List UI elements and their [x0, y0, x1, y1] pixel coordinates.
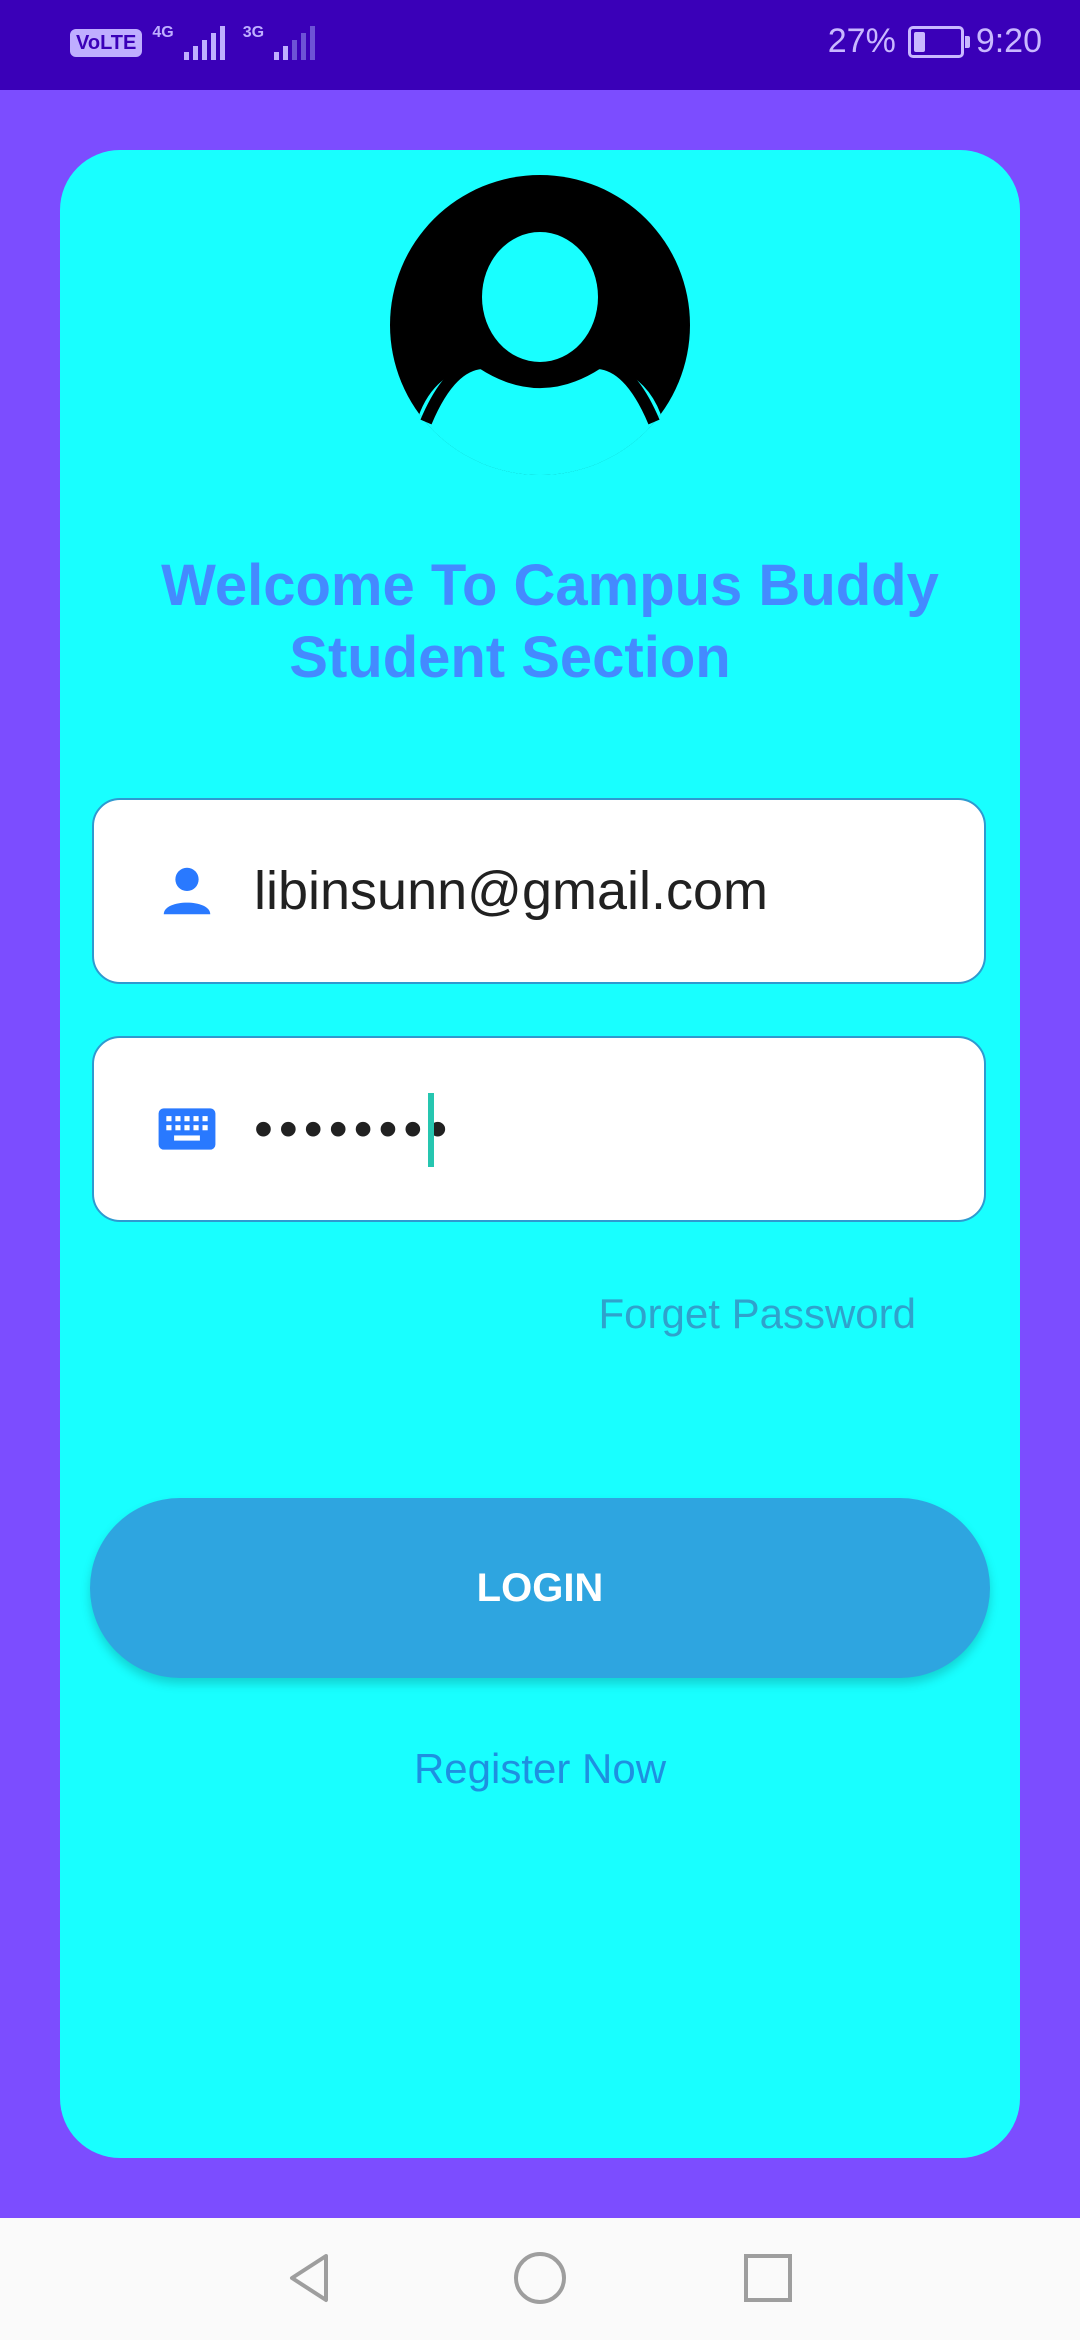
navigation-bar	[0, 2218, 1080, 2340]
keyboard-icon	[158, 1108, 216, 1150]
email-value: libinsunn@gmail.com	[254, 861, 769, 921]
password-field[interactable]: ••••••••	[92, 1036, 986, 1222]
battery-percent: 27%	[827, 22, 896, 60]
account-circle-icon	[390, 175, 690, 475]
status-bar: VoLTE 4G 3G 27% 9:20	[0, 0, 1080, 90]
forget-password-link[interactable]: Forget Password	[60, 1290, 916, 1338]
welcome-line-2: Student Section	[289, 625, 731, 690]
home-icon[interactable]	[510, 2248, 570, 2308]
person-icon	[163, 867, 211, 915]
password-value: ••••••••	[254, 1099, 454, 1159]
clock: 9:20	[975, 22, 1042, 60]
text-cursor	[428, 1093, 434, 1167]
sim1-network-label: 4G	[152, 24, 174, 41]
welcome-title: Welcome To Campus Buddy Student Section	[60, 550, 1020, 694]
welcome-line-1: Welcome To Campus Buddy	[161, 553, 939, 618]
signal-indicators: VoLTE 4G 3G	[70, 24, 316, 60]
sim2-signal-icon	[274, 26, 316, 60]
recents-icon[interactable]	[738, 2248, 798, 2308]
register-now-link[interactable]: Register Now	[60, 1745, 1020, 1793]
sim1-signal-icon	[183, 26, 225, 60]
sim2-network-label: 3G	[242, 24, 265, 41]
volte-badge: VoLTE	[70, 29, 143, 57]
login-card: Welcome To Campus Buddy Student Section …	[60, 150, 1020, 2158]
status-right: 27% 9:20	[828, 22, 1042, 61]
back-icon[interactable]	[280, 2248, 340, 2308]
login-button[interactable]: LOGIN	[90, 1498, 990, 1678]
email-field[interactable]: libinsunn@gmail.com	[92, 798, 986, 984]
battery-icon	[907, 25, 970, 58]
